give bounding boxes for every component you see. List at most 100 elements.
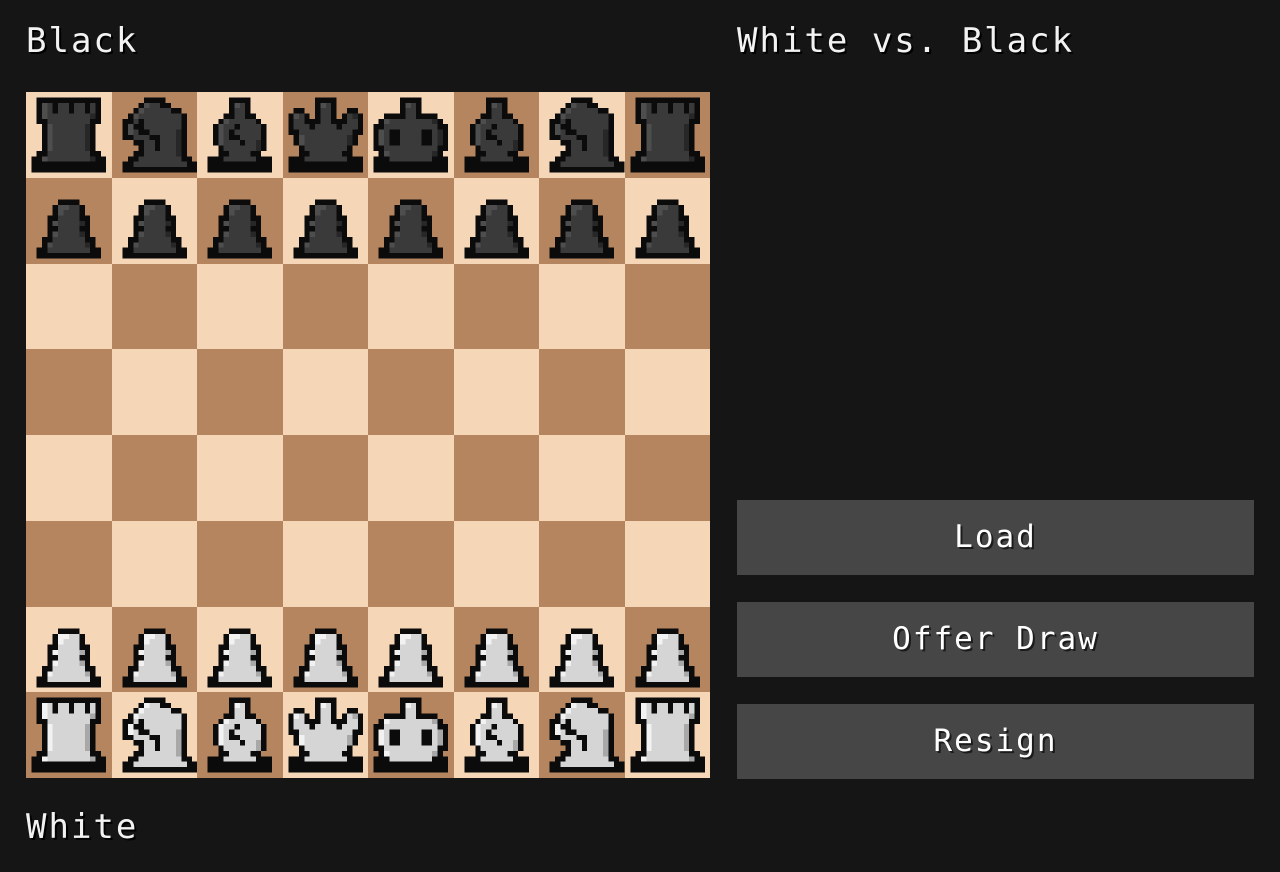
board-square-e3[interactable] <box>368 520 454 607</box>
board-square-h7[interactable] <box>624 177 711 264</box>
board-square-a8[interactable] <box>26 92 112 178</box>
black-pawn-icon[interactable] <box>112 178 198 264</box>
board-square-f4[interactable] <box>453 435 539 521</box>
board-square-e6[interactable] <box>368 263 454 350</box>
board-square-f2[interactable] <box>453 606 540 693</box>
board-square-h1[interactable] <box>624 692 711 778</box>
board-square-a3[interactable] <box>26 520 112 607</box>
board-square-a1[interactable] <box>26 692 112 778</box>
board-square-b8[interactable] <box>111 92 197 178</box>
offer-draw-button[interactable]: Offer Draw <box>737 602 1254 677</box>
board-square-f3[interactable] <box>453 520 539 607</box>
board-square-b4[interactable] <box>111 435 197 521</box>
board-square-d5[interactable] <box>282 349 368 435</box>
black-pawn-icon[interactable] <box>26 178 112 264</box>
board-square-g3[interactable] <box>539 520 625 607</box>
white-knight-icon[interactable] <box>112 692 197 778</box>
board-square-g2[interactable] <box>539 606 625 693</box>
board-square-f5[interactable] <box>453 349 539 435</box>
white-pawn-icon[interactable] <box>368 607 454 693</box>
black-bishop-icon[interactable] <box>197 92 283 178</box>
board-square-a2[interactable] <box>26 606 112 693</box>
board-square-d6[interactable] <box>282 263 368 350</box>
black-bishop-icon[interactable] <box>454 92 540 178</box>
board-square-d1[interactable] <box>282 692 369 778</box>
white-queen-icon[interactable] <box>283 692 369 778</box>
white-pawn-icon[interactable] <box>112 607 198 693</box>
board-square-c3[interactable] <box>197 520 283 607</box>
white-king-icon[interactable] <box>368 692 454 778</box>
board-square-c5[interactable] <box>197 349 283 435</box>
board-square-a7[interactable] <box>26 177 112 264</box>
white-pawn-icon[interactable] <box>539 607 625 693</box>
white-rook-icon[interactable] <box>26 692 112 778</box>
resign-button[interactable]: Resign <box>737 704 1254 779</box>
black-knight-icon[interactable] <box>112 92 197 178</box>
black-knight-icon[interactable] <box>539 92 625 178</box>
board-square-e7[interactable] <box>368 177 454 264</box>
board-square-g4[interactable] <box>539 435 625 521</box>
black-king-icon[interactable] <box>368 92 454 178</box>
board-square-a4[interactable] <box>26 435 112 521</box>
board-square-e5[interactable] <box>368 349 454 435</box>
board-square-h6[interactable] <box>624 263 710 350</box>
board-square-c2[interactable] <box>197 606 283 693</box>
board-square-h8[interactable] <box>624 92 711 178</box>
chess-board[interactable] <box>26 92 710 778</box>
board-square-f6[interactable] <box>453 263 539 350</box>
board-square-c8[interactable] <box>197 92 283 178</box>
board-square-c6[interactable] <box>197 263 283 350</box>
white-pawn-icon[interactable] <box>625 607 711 693</box>
board-square-c1[interactable] <box>197 692 283 778</box>
board-square-b7[interactable] <box>111 177 198 264</box>
board-square-d7[interactable] <box>282 177 369 264</box>
black-pawn-icon[interactable] <box>197 178 283 264</box>
board-square-b5[interactable] <box>111 349 197 435</box>
white-bishop-icon[interactable] <box>197 692 283 778</box>
black-pawn-icon[interactable] <box>368 178 454 264</box>
black-pawn-icon[interactable] <box>625 178 711 264</box>
black-rook-icon[interactable] <box>625 92 711 178</box>
load-button[interactable]: Load <box>737 500 1254 575</box>
black-pawn-icon[interactable] <box>283 178 369 264</box>
white-pawn-icon[interactable] <box>283 607 369 693</box>
board-square-d3[interactable] <box>282 520 368 607</box>
board-square-d4[interactable] <box>282 435 368 521</box>
board-square-g5[interactable] <box>539 349 625 435</box>
board-square-h5[interactable] <box>624 349 710 435</box>
board-square-c7[interactable] <box>197 177 283 264</box>
board-square-a5[interactable] <box>26 349 112 435</box>
board-square-d8[interactable] <box>282 92 369 178</box>
black-pawn-icon[interactable] <box>454 178 540 264</box>
board-square-g8[interactable] <box>539 92 625 178</box>
board-square-h3[interactable] <box>624 520 710 607</box>
board-square-e4[interactable] <box>368 435 454 521</box>
board-square-g6[interactable] <box>539 263 625 350</box>
board-square-e1[interactable] <box>368 692 454 778</box>
board-square-f8[interactable] <box>453 92 540 178</box>
white-pawn-icon[interactable] <box>26 607 112 693</box>
board-square-h4[interactable] <box>624 435 710 521</box>
white-pawn-icon[interactable] <box>197 607 283 693</box>
board-square-d2[interactable] <box>282 606 369 693</box>
board-square-e2[interactable] <box>368 606 454 693</box>
board-square-f1[interactable] <box>453 692 540 778</box>
board-square-e8[interactable] <box>368 92 454 178</box>
white-knight-icon[interactable] <box>539 692 625 778</box>
white-pawn-icon[interactable] <box>454 607 540 693</box>
black-pawn-icon[interactable] <box>539 178 625 264</box>
black-rook-icon[interactable] <box>26 92 112 178</box>
board-square-b1[interactable] <box>111 692 197 778</box>
white-rook-icon[interactable] <box>625 692 711 778</box>
board-square-f7[interactable] <box>453 177 540 264</box>
board-square-g7[interactable] <box>539 177 625 264</box>
board-square-b2[interactable] <box>111 606 198 693</box>
board-square-a6[interactable] <box>26 263 112 350</box>
white-bishop-icon[interactable] <box>454 692 540 778</box>
black-queen-icon[interactable] <box>283 92 369 178</box>
board-square-c4[interactable] <box>197 435 283 521</box>
board-square-h2[interactable] <box>624 606 711 693</box>
board-square-g1[interactable] <box>539 692 625 778</box>
board-square-b6[interactable] <box>111 263 197 350</box>
board-square-b3[interactable] <box>111 520 197 607</box>
